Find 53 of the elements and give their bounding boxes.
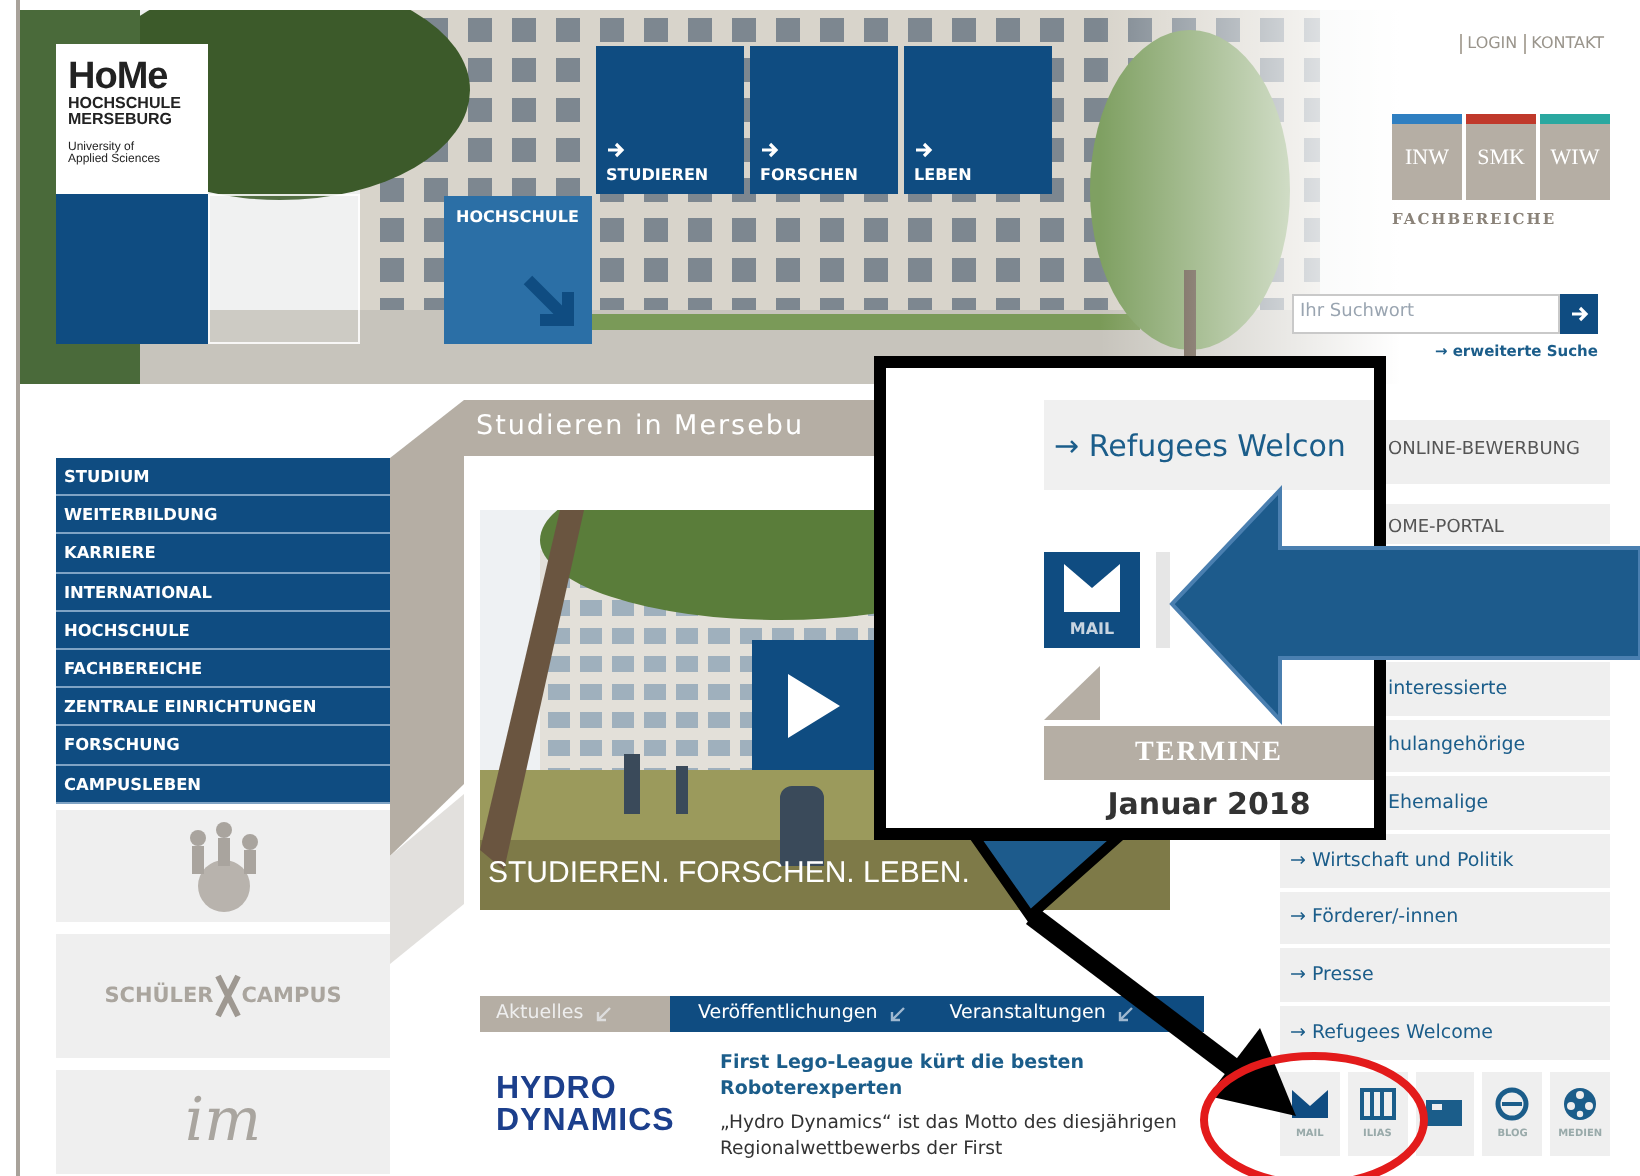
envelope-icon — [1062, 562, 1122, 614]
arrow-icon — [520, 272, 580, 332]
news-text: „Hydro Dynamics“ ist das Motto des diesjährigen Regionalwettbewerbs der First — [720, 1109, 1179, 1162]
sidebar-link[interactable]: → Presse — [1280, 944, 1610, 1003]
arrow-icon — [595, 1006, 612, 1022]
arrow-icon — [889, 1006, 906, 1022]
nav-tile[interactable]: STUDIEREN — [596, 46, 744, 194]
sidebar-link[interactable]: Ehemalige — [1386, 772, 1610, 831]
envelope-icon — [1289, 1086, 1330, 1123]
nav-item[interactable]: STUDIUM — [56, 458, 390, 497]
cross-icon — [213, 971, 242, 1020]
portal-button[interactable]: OME-PORTAL — [1386, 504, 1610, 544]
month-label: Januar 2018 — [1103, 784, 1313, 826]
play-button[interactable] — [752, 640, 876, 770]
quick-link[interactable] — [1415, 1071, 1475, 1156]
corner-triangle — [1044, 666, 1100, 720]
search-field[interactable]: Ihr Suchwort — [1292, 293, 1560, 334]
sidebar-link[interactable]: → Refugees Welcome — [1280, 1002, 1610, 1060]
monitor-icon — [1424, 1095, 1465, 1132]
sidebar-link[interactable]: → Förderer/-innen — [1280, 887, 1610, 945]
arrow-icon — [1569, 303, 1589, 324]
sidebar-link[interactable]: → Wirtschaft und Politik — [1280, 830, 1610, 888]
callout-link[interactable]: → Refugees Welcon — [1044, 400, 1374, 490]
nav-item[interactable]: KARRIERE — [56, 534, 390, 574]
news-logo: HYDRO DYNAMICS — [496, 1070, 677, 1142]
arrow-icon — [760, 140, 780, 160]
news-tab[interactable]: Veröffentlichungen — [682, 996, 922, 1032]
nav-tile[interactable]: LEBEN — [904, 46, 1052, 194]
nav-item[interactable]: HOCHSCHULE — [56, 611, 390, 650]
arrow-icon — [1117, 1006, 1134, 1022]
mail-tile[interactable]: MAIL — [1044, 552, 1140, 648]
arrow-icon — [914, 140, 934, 160]
nav-item[interactable]: CAMPUSLEBEN — [56, 765, 390, 804]
nav-item[interactable]: FORSCHUNG — [56, 726, 390, 765]
portal-button[interactable]: ONLINE-BEWERBUNG — [1386, 420, 1610, 484]
nav-item[interactable]: WEITERBILDUNG — [56, 496, 390, 535]
sidebar-link[interactable]: interessierte — [1386, 658, 1610, 716]
play-icon — [788, 673, 840, 737]
news-title[interactable]: First Lego-League kürt die besten Roboterexperten — [720, 1050, 1200, 1104]
columns-icon — [1357, 1086, 1398, 1123]
arrow-icon — [606, 140, 626, 160]
nav-item[interactable]: ZENTRALE EINRICHTUNGEN — [56, 688, 390, 727]
hochschule-tile[interactable]: HOCHSCHULE — [444, 196, 592, 344]
events-header: TERMINE — [1044, 726, 1374, 780]
video-caption: STUDIEREN. FORSCHEN. LEBEN. — [488, 856, 970, 890]
nav-tile[interactable]: FORSCHEN — [750, 46, 898, 194]
nav-item[interactable]: INTERNATIONAL — [56, 573, 390, 612]
ilias-tile[interactable] — [1156, 552, 1170, 648]
news-tab[interactable]: Veranstaltungen — [933, 996, 1150, 1032]
sidebar-link[interactable]: hulangehörige — [1386, 715, 1610, 773]
film-reel-icon — [1560, 1086, 1601, 1123]
search-button[interactable] — [1560, 293, 1598, 334]
nav-item[interactable]: FACHBEREICHE — [56, 649, 390, 689]
